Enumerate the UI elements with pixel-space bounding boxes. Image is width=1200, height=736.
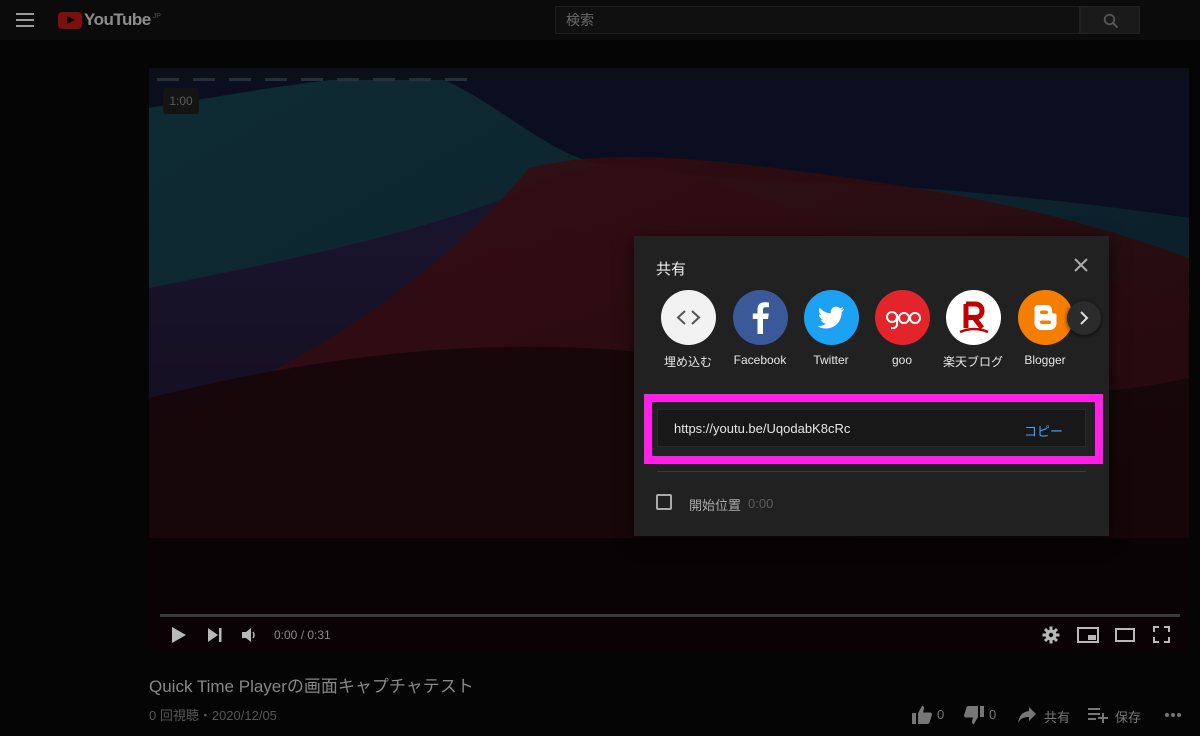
youtube-logo[interactable]: YouTube JP — [58, 10, 161, 30]
like-button[interactable]: 0 — [911, 700, 951, 730]
search-icon — [1103, 13, 1119, 29]
share-goo-button[interactable]: goo — [867, 290, 937, 367]
share-label-goo: goo — [891, 353, 913, 367]
share-facebook-button[interactable]: Facebook — [725, 290, 795, 367]
blogger-icon — [1017, 290, 1073, 345]
start-at-checkbox[interactable] — [656, 494, 672, 510]
search-box — [555, 6, 1080, 34]
fullscreen-icon[interactable] — [1153, 626, 1170, 643]
settings-gear-icon[interactable] — [1042, 626, 1060, 644]
dislike-count: 0 — [989, 707, 997, 722]
share-label-twitter: Twitter — [813, 353, 849, 367]
progress-bar[interactable] — [160, 614, 1180, 617]
video-title: Quick Time Playerの画面キャプチャテスト — [149, 677, 474, 696]
search-button[interactable] — [1080, 6, 1140, 34]
share-title: 共有 — [656, 261, 687, 278]
next-share-options-button[interactable] — [1067, 301, 1101, 335]
chevron-right-icon — [1080, 311, 1089, 325]
time-display: 0:00 / 0:31 — [274, 628, 331, 642]
share-url[interactable]: https://youtu.be/UqodabK8cRc — [674, 421, 850, 436]
twitter-icon — [803, 290, 859, 345]
more-actions-icon[interactable] — [1164, 712, 1182, 718]
share-label: 共有 — [1044, 710, 1071, 725]
start-at-label: 開始位置 — [689, 498, 742, 513]
add-to-playlist-icon — [1088, 708, 1108, 723]
share-label-facebook: Facebook — [733, 353, 787, 367]
like-count: 0 — [937, 707, 945, 722]
screen-menubar — [149, 68, 1189, 81]
start-at-time: 0:00 — [748, 496, 774, 511]
rakuten-icon — [945, 290, 1001, 345]
facebook-icon — [732, 290, 788, 345]
masthead: YouTube JP — [0, 0, 1200, 40]
share-label-embed: 埋め込む — [663, 355, 712, 369]
close-icon[interactable] — [1071, 255, 1091, 275]
copy-button[interactable]: コピー — [1024, 421, 1063, 440]
logo-region: JP — [152, 12, 161, 20]
share-button[interactable]: 共有 — [1017, 700, 1072, 730]
divider — [657, 471, 1086, 472]
share-twitter-button[interactable]: Twitter — [796, 290, 866, 367]
thumbs-down-icon — [964, 706, 984, 724]
share-dialog: 共有 埋め込む Facebook Twitter goo 楽天ブログ Blogg… — [634, 236, 1109, 536]
next-video-icon[interactable] — [207, 627, 223, 643]
embed-icon — [660, 290, 716, 345]
youtube-play-icon — [58, 11, 82, 29]
share-label-rakuten-blog: 楽天ブログ — [942, 355, 1003, 369]
dislike-button[interactable]: 0 — [963, 700, 1003, 730]
search-input[interactable] — [556, 7, 1079, 33]
play-icon[interactable] — [171, 626, 187, 644]
share-url-box[interactable]: https://youtu.be/UqodabK8cRc コピー — [657, 409, 1086, 447]
video-meta: 0 回視聴・2020/12/05 — [149, 708, 277, 723]
theater-mode-icon[interactable] — [1115, 628, 1135, 642]
hamburger-menu-icon[interactable] — [16, 13, 34, 27]
share-arrow-icon — [1018, 707, 1036, 723]
goo-icon — [874, 290, 930, 345]
logo-text: YouTube — [84, 10, 151, 29]
timestamp-badge: 1:00 — [163, 88, 199, 114]
save-button[interactable]: 保存 — [1088, 700, 1143, 730]
share-label-blogger: Blogger — [1024, 353, 1066, 367]
volume-icon[interactable] — [241, 627, 259, 643]
share-embed-button[interactable]: 埋め込む — [653, 290, 723, 370]
miniplayer-icon[interactable] — [1077, 627, 1099, 643]
share-rakuten-blog-button[interactable]: 楽天ブログ — [938, 290, 1008, 370]
thumbs-up-icon — [912, 706, 932, 724]
save-label: 保存 — [1115, 710, 1142, 725]
